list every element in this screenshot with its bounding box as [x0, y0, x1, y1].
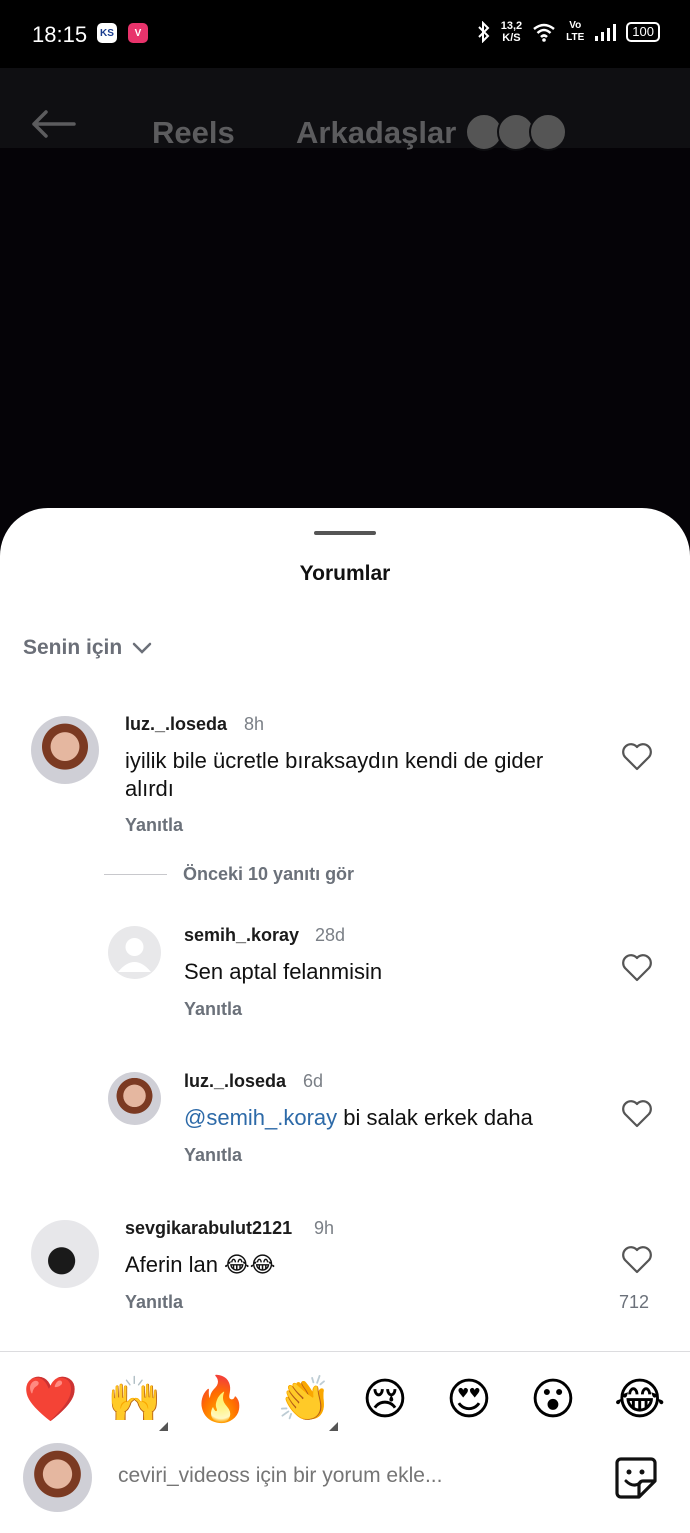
comment-text: iyilik bile ücretle bıraksaydın kendi de…	[125, 748, 544, 801]
heart-icon[interactable]	[621, 953, 653, 983]
heart-icon[interactable]	[621, 1245, 653, 1275]
avatar[interactable]	[31, 1220, 99, 1288]
reply-username[interactable]: luz._.loseda	[184, 1071, 286, 1092]
reply-time: 6d	[303, 1071, 324, 1091]
reels-header: Reels Arkadaşlar	[0, 68, 690, 151]
signal-icon	[595, 24, 617, 41]
emoji-bar-divider	[0, 1351, 690, 1352]
avatar[interactable]	[31, 716, 99, 784]
reply-button[interactable]: Yanıtla	[184, 1145, 242, 1166]
reply-text: Sen aptal felanmisin	[184, 959, 383, 984]
status-time: 18:15	[32, 22, 88, 47]
back-arrow-icon[interactable]	[30, 108, 76, 140]
skin-tone-indicator	[159, 1422, 168, 1431]
comment-time: 9h	[314, 1218, 335, 1238]
emoji-fire-button[interactable]: 🔥	[193, 1370, 248, 1430]
comment-item: sevgikarabulut2121 9h Aferin lan 😂😂 Yanı…	[0, 1212, 690, 1332]
reply-button[interactable]: Yanıtla	[125, 815, 183, 836]
emoji-crying-button[interactable]: 😢	[362, 1370, 408, 1430]
reply-button[interactable]: Yanıtla	[184, 999, 242, 1020]
reply-item: semih_.koray 28d Sen aptal felanmisin Ya…	[0, 920, 690, 1030]
comments-sheet: Yorumlar Senin için luz._.loseda 8h iyil…	[0, 508, 690, 1533]
comment-text: Aferin lan 😂😂	[125, 1252, 276, 1277]
volte-indicator: Vo LTE	[566, 20, 585, 43]
wifi-icon	[533, 23, 555, 42]
bluetooth-icon	[478, 21, 490, 43]
friends-avatar-stack[interactable]	[465, 113, 569, 151]
heart-icon[interactable]	[621, 742, 653, 772]
sticker-icon[interactable]	[613, 1455, 659, 1501]
skin-tone-indicator	[329, 1422, 338, 1431]
comment-time: 8h	[244, 714, 265, 734]
comment-username[interactable]: sevgikarabulut2121	[125, 1218, 292, 1239]
avatar[interactable]	[108, 1072, 161, 1125]
chevron-down-icon	[132, 642, 152, 654]
sort-dropdown[interactable]: Senin için	[23, 636, 152, 660]
heart-icon[interactable]	[621, 1099, 653, 1129]
friend-avatar	[529, 113, 567, 151]
reply-username[interactable]: semih_.koray	[184, 925, 299, 946]
comment-compose-bar	[0, 1438, 690, 1518]
reply-time: 28d	[315, 925, 346, 945]
emoji-heart-button[interactable]: ❤️	[23, 1370, 78, 1430]
emoji-quick-bar: ❤️ 🙌 🔥 👏 😢 😍 😮 😂	[0, 1370, 690, 1431]
emoji-raising-hands-button[interactable]: 🙌	[107, 1370, 162, 1430]
tab-reels[interactable]: Reels	[152, 115, 235, 151]
own-avatar	[23, 1443, 92, 1512]
comment-input[interactable]	[118, 1464, 578, 1488]
reply-button[interactable]: Yanıtla	[125, 1292, 183, 1313]
like-count: 712	[619, 1292, 650, 1312]
tab-friends[interactable]: Arkadaşlar	[296, 115, 456, 151]
network-speed: 13,2 K/S	[500, 20, 523, 44]
comment-item: luz._.loseda 8h iyilik bile ücretle bıra…	[0, 708, 690, 848]
view-previous-label: Önceki 10 yanıtı gör	[183, 864, 355, 884]
divider-line	[104, 874, 167, 875]
ks-app-icon: KS	[97, 23, 117, 43]
default-avatar-icon	[118, 938, 151, 972]
app-notification-icon: V	[128, 23, 148, 43]
reply-item: luz._.loseda 6d @semih_.koray bi salak e…	[0, 1066, 690, 1176]
emoji-clapping-button[interactable]: 👏	[277, 1370, 332, 1430]
sheet-title: Yorumlar	[299, 562, 391, 585]
avatar[interactable]	[108, 926, 161, 979]
comment-username[interactable]: luz._.loseda	[125, 714, 227, 735]
reply-text: @semih_.koray bi salak erkek daha	[184, 1105, 533, 1130]
status-bar: 18:15 KS V 13,2 K/S Vo LTE 100	[0, 0, 690, 68]
sheet-drag-handle[interactable]	[314, 531, 376, 535]
view-previous-replies[interactable]: Önceki 10 yanıtı gör	[104, 864, 354, 885]
emoji-surprised-button[interactable]: 😮	[530, 1370, 576, 1430]
battery-indicator: 100	[626, 22, 660, 42]
status-indicators: 13,2 K/S Vo LTE 100	[477, 20, 660, 44]
mention-link[interactable]: @semih_.koray	[184, 1105, 337, 1130]
emoji-heart-eyes-button[interactable]: 😍	[446, 1370, 492, 1430]
sort-label: Senin için	[23, 636, 123, 659]
emoji-laughing-button[interactable]: 😂	[614, 1370, 665, 1430]
